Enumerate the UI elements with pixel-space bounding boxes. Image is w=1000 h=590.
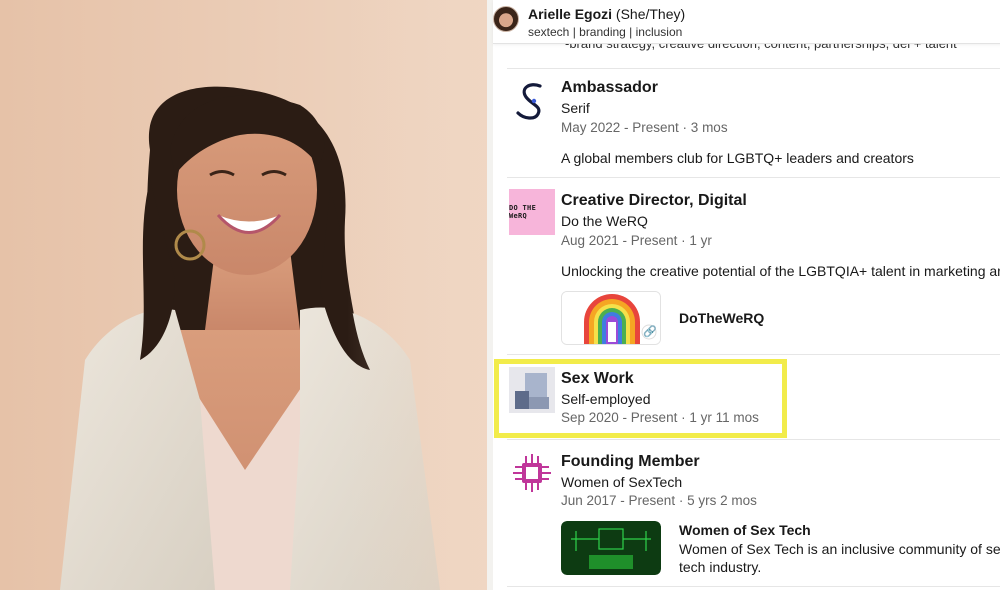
experience-dates: Sep 2020 - Present · 1 yr 11 mos [561, 410, 759, 425]
werq-logo-text: DO THE WeRQ [509, 204, 537, 220]
experience-title: Founding Member [561, 453, 700, 470]
sticky-profile-header: Arielle Egozi (She/They) sextech | brand… [493, 0, 1000, 44]
profile-name[interactable]: Arielle Egozi [528, 6, 612, 22]
divider [507, 586, 1000, 587]
link-icon: 🔗 [643, 326, 657, 338]
experience-company: Serif [561, 100, 590, 116]
company-logo-dothewerq[interactable]: DO THE WeRQ [509, 189, 555, 235]
experience-card: Arielle Egozi (She/They) sextech | brand… [493, 0, 1000, 590]
experience-title: Sex Work [561, 370, 634, 387]
divider [507, 68, 1000, 69]
experience-company: Do the WeRQ [561, 213, 648, 229]
linkedin-profile-panel: Arielle Egozi (She/They) sextech | brand… [487, 0, 1000, 590]
avatar[interactable] [493, 6, 519, 32]
divider [507, 177, 1000, 178]
experience-dates: Jun 2017 - Present · 5 yrs 2 mos [561, 493, 757, 508]
media-description: Women of Sex Tech is an inclusive commun… [679, 541, 1000, 557]
media-title[interactable]: Women of Sex Tech [679, 522, 811, 538]
profile-headline: sextech | branding | inclusion [528, 25, 683, 39]
media-thumbnail-dothewerq[interactable]: 🔗 [561, 291, 661, 345]
experience-dates: Aug 2021 - Present · 1 yr [561, 233, 712, 248]
media-thumbnail-women-of-sextech[interactable] [561, 521, 661, 575]
profile-name-line: Arielle Egozi (She/They) [528, 6, 685, 22]
experience-description: A global members club for LGBTQ+ leaders… [561, 150, 914, 166]
experience-company: Self-employed [561, 391, 651, 407]
cyber-society-thumbnail [561, 521, 661, 575]
experience-title: Ambassador [561, 79, 658, 96]
media-title[interactable]: DoTheWeRQ [679, 310, 764, 326]
serif-s-logo-icon [516, 83, 542, 120]
divider [507, 439, 1000, 440]
wost-chip-logo-icon [513, 454, 551, 492]
profile-pronouns: (She/They) [615, 6, 686, 22]
company-logo-placeholder [509, 367, 555, 413]
company-logo-serif[interactable] [509, 78, 555, 124]
wall-shade [347, 0, 487, 590]
experience-dates: May 2022 - Present · 3 mos [561, 120, 728, 135]
experience-company: Women of SexTech [561, 474, 683, 490]
company-logo-women-of-sextech[interactable] [509, 450, 555, 496]
media-description: tech industry. [679, 559, 762, 575]
divider [507, 354, 1000, 355]
profile-photo [0, 0, 487, 590]
experience-description: Unlocking the creative potential of the … [561, 263, 1000, 279]
experience-title: Creative Director, Digital [561, 192, 747, 209]
